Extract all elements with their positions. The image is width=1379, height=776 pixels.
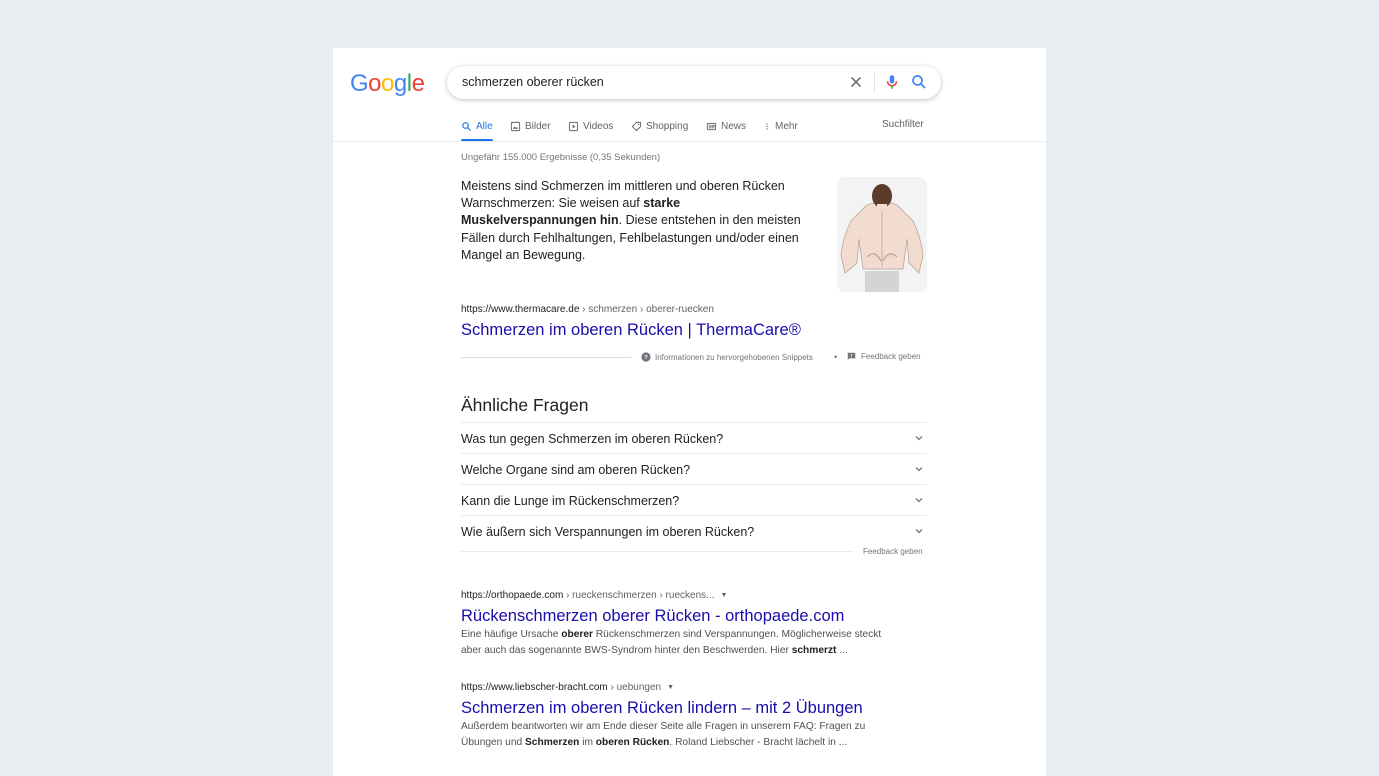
result-title-link[interactable]: Rückenschmerzen oberer Rücken - orthopae… <box>461 607 844 626</box>
logo-letter: e <box>411 70 425 97</box>
news-icon <box>706 122 717 130</box>
feedback-link[interactable]: Feedback geben <box>847 352 921 361</box>
desc-highlight: oberen Rücken <box>595 737 670 748</box>
result-description: Außerdem beantworten wir am Ende dieser … <box>461 719 891 751</box>
tab-label: Videos <box>583 120 614 132</box>
image-icon <box>510 121 521 131</box>
result-title-link[interactable]: Schmerzen im oberen Rücken lindern – mit… <box>461 699 863 718</box>
related-questions-heading: Ähnliche Fragen <box>461 395 589 415</box>
cite-path: › schmerzen › oberer-ruecken <box>579 304 714 315</box>
tab-label: News <box>721 120 747 132</box>
logo-letter: o <box>381 70 394 97</box>
featured-result-link[interactable]: Schmerzen im oberen Rücken | ThermaCare® <box>461 321 801 340</box>
tab-label: Bilder <box>525 120 551 132</box>
tab-news[interactable]: News <box>706 119 746 133</box>
snippet-text: Meistens sind Schmerzen im mittleren und… <box>461 179 785 211</box>
desc-text: Eine häufige Ursache <box>461 629 562 640</box>
result-description: Eine häufige Ursache oberer Rückenschmer… <box>461 627 891 659</box>
desc-text: im <box>579 737 596 748</box>
search-divider <box>874 73 875 92</box>
logo-letter: G <box>350 70 369 97</box>
search-results-page: Google schmerzen oberer rücken Alle Bild… <box>333 48 1046 776</box>
desc-highlight: schmerzt <box>791 645 837 656</box>
tab-videos[interactable]: Videos <box>568 119 613 133</box>
chevron-down-icon <box>915 467 923 472</box>
caret-down-icon[interactable]: ▼ <box>667 684 674 691</box>
related-question[interactable]: Was tun gegen Schmerzen im oberen Rücken… <box>461 422 927 453</box>
tab-label: Alle <box>476 120 493 132</box>
desc-text: ... <box>836 645 848 656</box>
svg-text:?: ? <box>644 355 648 361</box>
question-text: Wie äußern sich Verspannungen im oberen … <box>461 525 755 539</box>
search-tabs: Alle Bilder Videos Shopping News Mehr <box>461 119 931 141</box>
video-icon <box>568 121 579 131</box>
question-text: Welche Organe sind am oberen Rücken? <box>461 463 691 477</box>
related-questions-divider <box>461 551 853 552</box>
tag-icon <box>631 121 642 131</box>
info-label: Informationen zu hervorgehobenen Snippet… <box>655 352 813 362</box>
snippet-info-link[interactable]: ? Informationen zu hervorgehobenen Snipp… <box>641 352 813 362</box>
result-stats: Ungefähr 155.000 Ergebnisse (0,35 Sekund… <box>461 152 661 163</box>
tab-label: Shopping <box>646 120 689 132</box>
google-logo[interactable]: Google <box>350 70 425 98</box>
chevron-down-icon <box>915 498 923 503</box>
tab-label: Mehr <box>775 120 798 132</box>
related-question[interactable]: Welche Organe sind am oberen Rücken? <box>461 453 927 484</box>
featured-snippet-text: Meistens sind Schmerzen im mittleren und… <box>461 178 816 264</box>
feedback-label: Feedback geben <box>861 352 921 361</box>
cite-path: › rueckenschmerzen › rueckens... <box>563 590 715 601</box>
feedback-icon <box>847 352 856 360</box>
featured-snippet-image[interactable] <box>837 177 927 292</box>
feedback-link[interactable]: Feedback geben <box>863 547 923 556</box>
tab-bilder[interactable]: Bilder <box>510 119 551 133</box>
featured-snippet-footer: ? Informationen zu hervorgehobenen Snipp… <box>461 352 927 364</box>
caret-down-icon[interactable]: ▼ <box>720 592 727 599</box>
search-box[interactable]: schmerzen oberer rücken <box>447 66 941 99</box>
search-icon[interactable] <box>910 73 928 91</box>
tab-alle[interactable]: Alle <box>461 119 493 133</box>
chevron-down-icon <box>915 436 923 441</box>
tabs-divider <box>333 141 1046 142</box>
featured-source-cite[interactable]: https://www.thermacare.de › schmerzen › … <box>461 304 714 315</box>
cite-domain: https://www.thermacare.de <box>461 304 580 315</box>
desc-highlight: oberer <box>561 629 593 640</box>
tab-shopping[interactable]: Shopping <box>631 119 688 133</box>
divider <box>461 357 631 358</box>
desc-text: . Roland Liebscher - Bracht lächelt in .… <box>669 737 848 748</box>
related-question[interactable]: Wie äußern sich Verspannungen im oberen … <box>461 515 927 546</box>
question-text: Was tun gegen Schmerzen im oberen Rücken… <box>461 432 724 446</box>
cite-domain: https://orthopaede.com <box>461 590 564 601</box>
separator-dot: • <box>834 352 838 362</box>
chevron-down-icon <box>915 529 923 534</box>
mic-icon[interactable] <box>883 73 901 91</box>
clear-icon[interactable] <box>847 73 865 91</box>
logo-letter: g <box>393 70 407 97</box>
desc-highlight: Schmerzen <box>525 737 580 748</box>
tab-mehr[interactable]: Mehr <box>763 119 798 133</box>
logo-letter: o <box>368 70 382 97</box>
more-vert-icon <box>766 123 768 129</box>
result-cite[interactable]: https://orthopaede.com › rueckenschmerze… <box>461 590 727 601</box>
back-pain-illustration <box>837 177 927 292</box>
cite-path: › uebungen <box>607 682 662 693</box>
result-cite[interactable]: https://www.liebscher-bracht.com › uebun… <box>461 682 674 693</box>
help-icon: ? <box>641 352 651 362</box>
search-input[interactable]: schmerzen oberer rücken <box>462 75 604 89</box>
cite-domain: https://www.liebscher-bracht.com <box>461 682 608 693</box>
related-question[interactable]: Kann die Lunge im Rückenschmerzen? <box>461 484 927 515</box>
question-text: Kann die Lunge im Rückenschmerzen? <box>461 494 680 508</box>
search-icon <box>462 121 472 131</box>
search-tools-button[interactable]: Suchfilter <box>882 119 924 130</box>
